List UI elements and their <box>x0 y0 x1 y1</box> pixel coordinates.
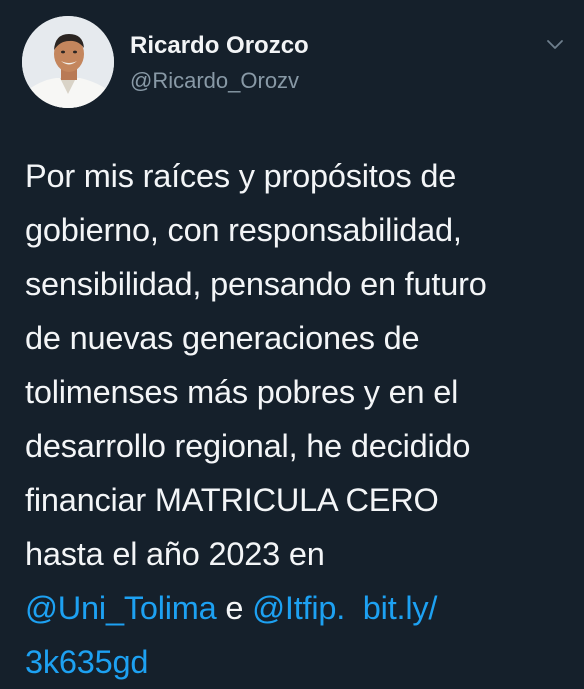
tweet-text: Por mis raíces y propósitos de gobierno,… <box>25 149 570 689</box>
short-link-part-2[interactable]: 3k635gd <box>25 644 149 680</box>
tweet-card: Ricardo Orozco @Ricardo_Orozv Por mis ra… <box>0 0 584 689</box>
author-handle[interactable]: @Ricardo_Orozv <box>130 67 299 95</box>
connector-text: e <box>225 590 244 626</box>
short-link-part-1[interactable]: bit.ly/ <box>363 590 438 626</box>
author-avatar[interactable] <box>22 16 114 108</box>
tweet-text-line: financiar MATRICULA CERO <box>25 482 439 518</box>
tweet-menu-button[interactable] <box>544 36 566 54</box>
tweet-text-line-link: 3k635gd <box>25 635 570 689</box>
tweet-text-line-links: @Uni_Tolima e @Itfip. bit.ly/ <box>25 581 570 635</box>
chevron-down-icon <box>547 40 563 49</box>
mention-uni-tolima[interactable]: @Uni_Tolima <box>25 590 217 626</box>
mention-itfip[interactable]: @Itfip. <box>252 590 345 626</box>
tweet-text-line: desarrollo regional, he decidido <box>25 428 471 464</box>
tweet-text-line: tolimenses más pobres y en el <box>25 374 459 410</box>
tweet-text-line: Por mis raíces y propósitos de <box>25 158 457 194</box>
author-display-name[interactable]: Ricardo Orozco <box>130 31 309 61</box>
tweet-text-line: hasta el año 2023 en <box>25 536 325 572</box>
tweet-text-line: de nuevas generaciones de <box>25 320 420 356</box>
tweet-text-line: sensibilidad, pensando en futuro <box>25 266 487 302</box>
tweet-text-line: gobierno, con responsabilidad, <box>25 212 462 248</box>
avatar-photo-icon <box>22 16 114 108</box>
